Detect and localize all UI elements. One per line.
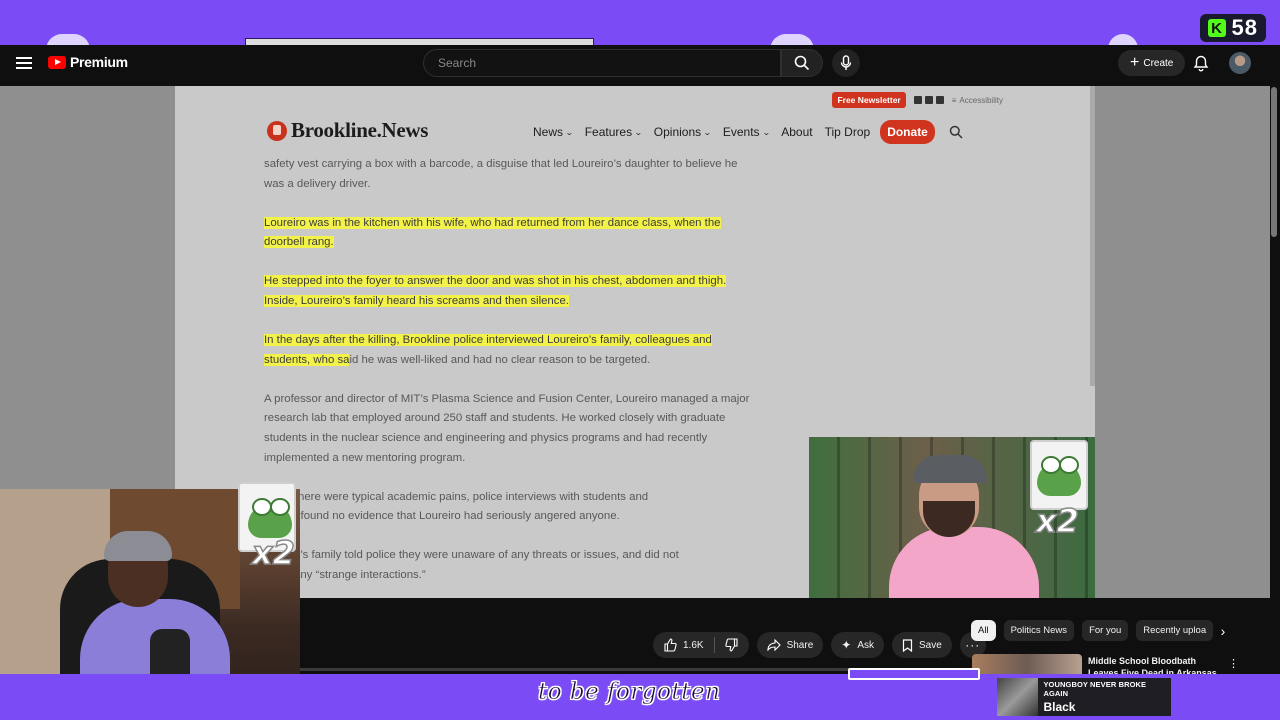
search-button[interactable] bbox=[781, 49, 823, 77]
logo-label: Premium bbox=[70, 54, 128, 70]
search-icon bbox=[794, 55, 810, 71]
nav-about[interactable]: About bbox=[781, 125, 812, 139]
nav-label: Opinions bbox=[653, 125, 702, 139]
list-icon: ≡ bbox=[951, 95, 957, 105]
notifications-bell-icon[interactable] bbox=[1192, 54, 1210, 72]
ask-label: Ask bbox=[857, 639, 874, 651]
now-playing-song: YOUNGBOY NEVER BROKE AGAIN bbox=[1043, 680, 1147, 698]
chevron-down-icon: ⌄ bbox=[634, 127, 643, 137]
chip-for-you[interactable]: For you bbox=[1082, 620, 1129, 641]
hamburger-menu-icon[interactable] bbox=[16, 55, 32, 71]
brookline-logo-icon bbox=[267, 120, 287, 141]
sticker-multiplier: x2 bbox=[251, 533, 295, 573]
paragraph-text: id he was well-liked and had no clear re… bbox=[349, 353, 651, 366]
youtube-header: Premium + Create bbox=[0, 45, 1280, 81]
save-button[interactable]: Save bbox=[892, 632, 952, 658]
article-paragraph: A professor and director of MIT’s Plasma… bbox=[264, 392, 750, 464]
microphone-icon bbox=[840, 55, 852, 70]
video-thumbnail[interactable] bbox=[972, 654, 1082, 674]
more-options-icon[interactable]: ⋮ bbox=[1228, 657, 1239, 670]
article-paragraph: gh there were typical academic pains, po… bbox=[264, 488, 754, 527]
nav-opinions[interactable]: Opinions ⌄ bbox=[653, 125, 712, 139]
video-actions: 1.6K Share ✦ Ask Save ··· bbox=[653, 632, 986, 658]
nav-news[interactable]: News ⌄ bbox=[533, 125, 574, 139]
paragraph-text: gh there were typical academic pains, po… bbox=[279, 490, 649, 503]
stream-overlay-top: K 58 bbox=[0, 0, 1280, 50]
album-art bbox=[997, 678, 1039, 716]
share-label: Share bbox=[786, 639, 814, 651]
page-scrollbar[interactable] bbox=[1270, 81, 1278, 674]
thumbs-down-icon[interactable] bbox=[724, 638, 739, 652]
twitter-icon[interactable] bbox=[924, 96, 933, 104]
search-field[interactable] bbox=[423, 49, 781, 77]
nav-label: Features bbox=[584, 125, 633, 139]
chip-politics-news[interactable]: Politics News bbox=[1003, 620, 1075, 641]
search-icon[interactable] bbox=[949, 125, 963, 139]
bookmark-icon bbox=[902, 638, 913, 652]
highlighted-text: He stepped into the foyer to answer the … bbox=[264, 275, 727, 307]
linkedin-icon[interactable] bbox=[935, 96, 944, 104]
accessibility-link[interactable]: ≡ Accessibility bbox=[952, 96, 1003, 105]
facebook-icon[interactable] bbox=[913, 96, 922, 104]
overlay-decoration bbox=[848, 668, 980, 680]
article-paragraph: safety vest carrying a box with a barcod… bbox=[264, 158, 738, 190]
article-paragraph: In the days after the killing, Brookline… bbox=[264, 331, 754, 370]
donate-button[interactable]: Donate bbox=[880, 120, 935, 144]
article-body: safety vest carrying a box with a barcod… bbox=[264, 155, 754, 598]
video-title[interactable]: Middle School Bloodbath Leaves Five Dead… bbox=[1088, 655, 1228, 674]
voice-search-button[interactable] bbox=[832, 49, 860, 77]
youtube-logo[interactable]: Premium bbox=[48, 54, 128, 70]
sparkle-icon: ✦ bbox=[841, 638, 852, 652]
chevron-down-icon: ⌄ bbox=[761, 127, 771, 137]
recommended-video[interactable]: Middle School Bloodbath Leaves Five Dead… bbox=[972, 654, 1254, 674]
scrollbar-thumb[interactable] bbox=[1271, 87, 1277, 237]
save-label: Save bbox=[919, 639, 942, 651]
live-caption: to be forgotten bbox=[538, 679, 721, 706]
create-label: Create bbox=[1143, 57, 1174, 69]
article-topbar: Free Newsletter ≡ Accessibility bbox=[832, 92, 1003, 108]
like-dislike-group: 1.6K bbox=[653, 632, 749, 658]
article-scrollbar bbox=[1090, 86, 1095, 386]
create-button[interactable]: + Create bbox=[1118, 50, 1186, 76]
nav-tip-drop[interactable]: Tip Drop bbox=[825, 125, 871, 139]
social-icons bbox=[913, 96, 944, 104]
share-button[interactable]: Share bbox=[756, 632, 824, 658]
now-playing-widget: YOUNGBOY NEVER BROKE AGAIN Black bbox=[997, 678, 1171, 716]
thumbs-up-icon[interactable] bbox=[663, 638, 677, 652]
article-paragraph: o’s family told police they were unaware… bbox=[264, 546, 754, 585]
ask-button[interactable]: ✦ Ask bbox=[831, 632, 884, 658]
recommendation-chips: All Politics News For you Recently uploa bbox=[971, 620, 1241, 641]
chevron-down-icon: ⌄ bbox=[565, 127, 574, 137]
article-paragraph: He stepped into the foyer to answer the … bbox=[264, 272, 754, 311]
paragraph-text: ues found no evidence that Loureiro had … bbox=[279, 510, 620, 523]
accessibility-label: Accessibility bbox=[959, 95, 1003, 105]
sticker-multiplier: x2 bbox=[1035, 501, 1079, 541]
chip-recently-uploaded[interactable]: Recently uploa bbox=[1136, 620, 1214, 641]
nav-events[interactable]: Events ⌄ bbox=[722, 125, 771, 139]
newsletter-button[interactable]: Free Newsletter bbox=[832, 92, 906, 108]
chevron-down-icon: ⌄ bbox=[703, 127, 712, 137]
search-input[interactable] bbox=[438, 56, 780, 70]
site-nav: News ⌄ Features ⌄ Opinions ⌄ Events ⌄ About … bbox=[533, 120, 963, 144]
plus-icon: + bbox=[1130, 54, 1140, 71]
youtube-play-icon bbox=[48, 55, 66, 69]
chevron-right-icon[interactable]: › bbox=[1214, 622, 1232, 640]
like-count[interactable]: 1.6K bbox=[683, 640, 704, 651]
now-playing-artist: Black bbox=[1043, 700, 1076, 714]
viewer-count: 58 bbox=[1231, 15, 1258, 40]
nav-features[interactable]: Features ⌄ bbox=[584, 125, 643, 139]
site-name: Brookline.News bbox=[291, 118, 429, 142]
nav-label: News bbox=[533, 125, 564, 139]
site-logo[interactable]: Brookline.News bbox=[267, 118, 428, 143]
paragraph-text: any “strange interactions.” bbox=[294, 568, 426, 581]
kick-viewer-badge: K 58 bbox=[1199, 14, 1266, 42]
share-icon bbox=[767, 639, 781, 651]
nav-label: Events bbox=[722, 125, 760, 139]
account-avatar[interactable] bbox=[1229, 52, 1251, 74]
highlighted-text: Loureiro was in the kitchen with his wif… bbox=[264, 216, 721, 249]
kick-logo-icon: K bbox=[1207, 19, 1226, 37]
paragraph-text: o’s family told police they were unaware… bbox=[294, 549, 679, 562]
article-paragraph: Loureiro was in the kitchen with his wif… bbox=[264, 214, 754, 253]
chip-all[interactable]: All bbox=[971, 620, 996, 641]
